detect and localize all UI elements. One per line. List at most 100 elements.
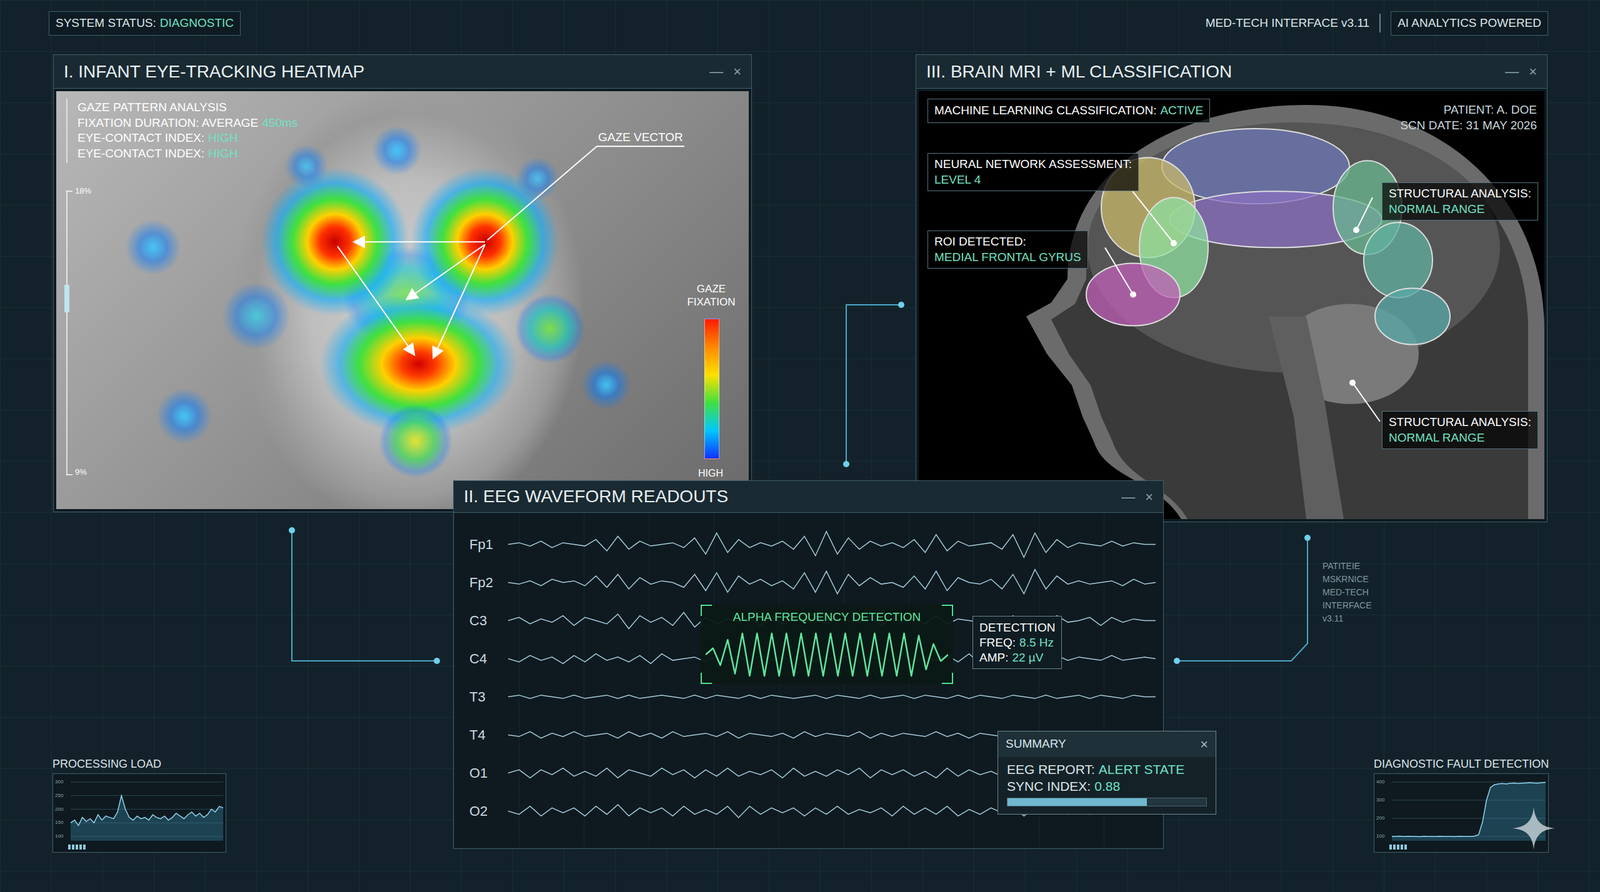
scan-date: SCN DATE: 31 MAY 2026 (1400, 118, 1537, 134)
chart-strip (68, 845, 86, 850)
panel-title: I. INFANT EYE-TRACKING HEATMAP (63, 58, 365, 85)
chart-plot (1391, 778, 1546, 842)
strip-mark (1400, 845, 1404, 850)
analysis-label: EYE-CONTACT INDEX: (77, 146, 205, 162)
heat-blob (284, 144, 329, 189)
chart-tick: 400 (1376, 780, 1385, 785)
heat-blob (378, 403, 454, 479)
side-note-line: v3.11 (1322, 612, 1372, 626)
annotation-value: MEDIAL FRONTAL GYRUS (934, 250, 1082, 266)
window-controls: — × (1121, 486, 1154, 508)
chart-strip (1389, 845, 1407, 850)
alpha-label: ALPHA FREQUENCY DETECTION (700, 605, 954, 627)
detection-line: FREQ:8.5 Hz (979, 635, 1055, 651)
summary-label: SYNC INDEX: (1006, 778, 1091, 795)
strip-mark (75, 845, 79, 850)
corner-bracket (700, 673, 712, 685)
scale-top-label: 18% (75, 185, 92, 198)
annotation-value: LEVEL 4 (934, 172, 1132, 189)
close-button[interactable]: × (733, 61, 742, 82)
heat-blob (221, 281, 291, 351)
summary-value: 0.88 (1094, 778, 1120, 795)
heatmap-photo: GAZE PATTERN ANALYSIS FIXATION DURATION:… (56, 91, 749, 510)
top-right-bar: MED-TECH INTERFACE v3.11 AI ANALYTICS PO… (1205, 11, 1549, 36)
window-controls: — × (1505, 61, 1537, 82)
heat-blob (125, 219, 182, 276)
heat-blob (515, 156, 560, 201)
annotation-value: NORMAL RANGE (1388, 201, 1532, 218)
status-badge: SYSTEM STATUS: DIAGNOSTIC (48, 11, 241, 36)
channel-label: O2 (469, 801, 509, 822)
analysis-line: EYE-CONTACT INDEX:HIGH (77, 130, 298, 147)
strip-mark (1404, 845, 1407, 850)
annotation-box: STRUCTURAL ANALYSIS: NORMAL RANGE (1381, 182, 1539, 221)
detection-label: FREQ: (979, 635, 1016, 651)
chart-tick: 100 (1376, 834, 1385, 840)
close-button[interactable]: × (1528, 61, 1537, 82)
analysis-line: FIXATION DURATION: AVERAGE450ms (77, 115, 298, 132)
annotation-label: STRUCTURAL ANALYSIS: (1388, 415, 1532, 431)
channel-label: O1 (469, 763, 509, 784)
detection-title: DETECTTION (979, 620, 1055, 636)
window-controls: — × (709, 61, 742, 82)
minimize-button[interactable]: — (709, 61, 724, 82)
chart-ticks: 400 300 200 100 (1376, 778, 1390, 842)
heat-blob (581, 360, 632, 410)
strip-mark (68, 845, 71, 850)
summary-close-button[interactable]: × (1200, 734, 1209, 755)
detection-value: 22 µV (1011, 650, 1044, 666)
sparkle-icon (1511, 806, 1557, 852)
status-value: DIAGNOSTIC (160, 14, 234, 33)
channel-label: T3 (469, 686, 509, 708)
analysis-line: EYE-CONTACT INDEX:HIGH (77, 146, 298, 162)
chart-tick: 300 (55, 780, 64, 785)
detection-line: AMP:22 µV (979, 650, 1055, 666)
chart-tick: 100 (55, 834, 64, 840)
fault-detection-chart: 400 300 200 100 (1373, 773, 1549, 854)
gaze-vector-label: GAZE VECTOR (598, 128, 684, 147)
minimize-button[interactable]: — (1505, 61, 1519, 82)
strip-mark (83, 845, 86, 850)
analysis-value: HIGH (208, 130, 239, 147)
processing-load-chart: 300250200150100 (52, 773, 227, 854)
summary-line: SYNC INDEX:0.88 (1006, 778, 1207, 795)
strip-mark (1393, 845, 1396, 850)
channel-label: Fp1 (469, 534, 509, 555)
annotation-box: ROI DETECTED: MEDIAL FRONTAL GYRUS (927, 230, 1089, 269)
corner-bracket (941, 605, 954, 617)
chart-tick: 200 (1376, 816, 1385, 822)
side-note-line: MED-TECH (1322, 586, 1372, 600)
side-note-line: INTERFACE (1322, 599, 1372, 613)
detection-box: DETECTTION FREQ:8.5 Hz AMP:22 µV (972, 616, 1062, 670)
scale-marker[interactable] (64, 285, 70, 313)
annotation-label: ROI DETECTED: (934, 234, 1082, 250)
annotation-value: NORMAL RANGE (1388, 430, 1532, 447)
screen: SYSTEM STATUS: DIAGNOSTIC MED-TECH INTER… (0, 0, 1600, 892)
panel-title-bar: II. EEG WAVEFORM READOUTS — × (453, 481, 1164, 514)
summary-header: SUMMARY × (998, 731, 1216, 758)
analysis-label: FIXATION DURATION: AVERAGE (77, 115, 259, 132)
summary-title: SUMMARY (1005, 735, 1067, 754)
classification-value: ACTIVE (1160, 101, 1204, 120)
minimize-button[interactable]: — (1121, 486, 1135, 508)
processing-load-title: PROCESSING LOAD (52, 756, 162, 774)
divider (1379, 13, 1381, 33)
strip-mark (1389, 845, 1392, 850)
close-button[interactable]: × (1145, 486, 1154, 508)
analysis-label: EYE-CONTACT INDEX: (77, 130, 205, 147)
eeg-channel: Fp2 (469, 563, 1156, 602)
summary-value: ALERT STATE (1098, 761, 1185, 779)
heat-blob (371, 125, 422, 176)
alpha-detection: ALPHA FREQUENCY DETECTION (700, 605, 954, 685)
channel-label: T4 (469, 725, 509, 746)
channel-waveform (508, 525, 1156, 564)
chart-tick: 300 (1376, 798, 1385, 804)
channel-waveform (508, 563, 1156, 602)
summary-popup: SUMMARY × EEG REPORT:ALERT STATE SYNC IN… (997, 731, 1217, 815)
panel-title: II. EEG WAVEFORM READOUTS (463, 483, 729, 510)
summary-line: EEG REPORT:ALERT STATE (1006, 761, 1207, 779)
corner-bracket (941, 673, 954, 685)
gaze-legend-label: HIGH (698, 466, 724, 482)
chart-ticks: 300250200150100 (55, 778, 69, 842)
side-note-line: PATITEIE (1322, 560, 1372, 574)
